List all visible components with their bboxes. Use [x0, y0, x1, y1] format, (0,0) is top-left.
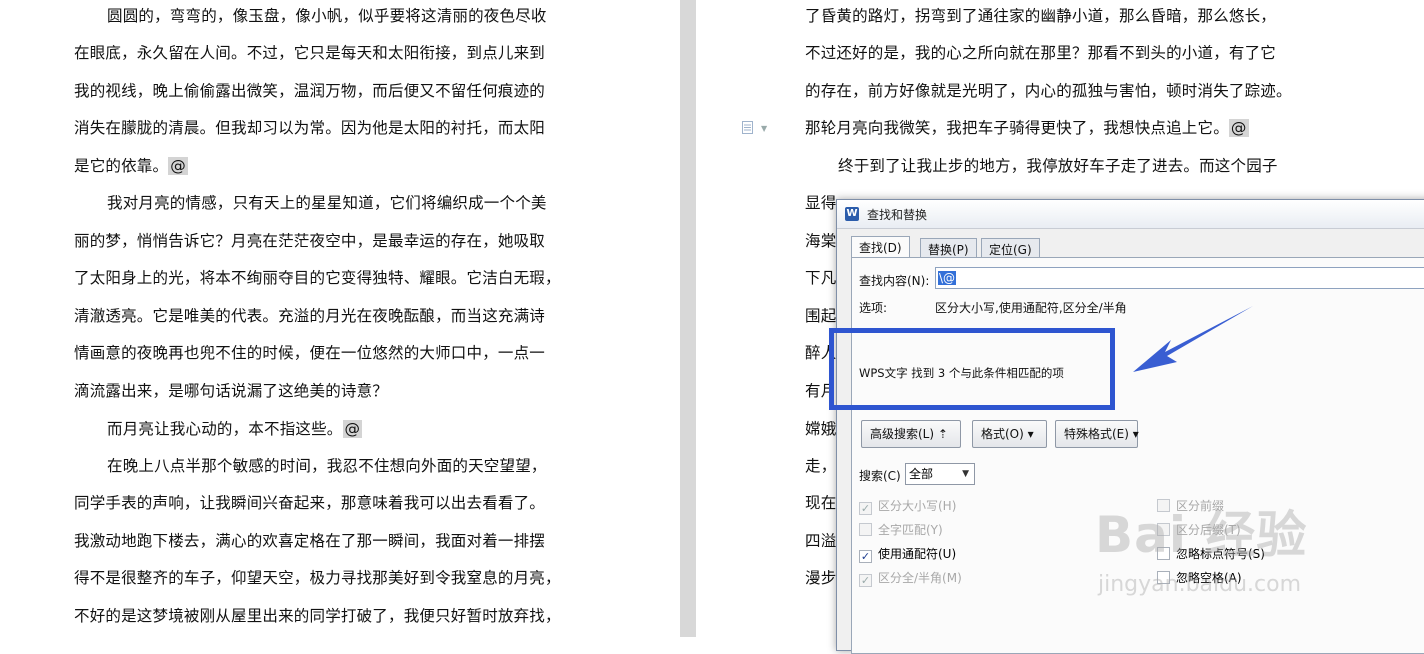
- text-line: 下凡: [805, 269, 837, 287]
- find-value: \@: [938, 271, 957, 285]
- search-result-text: WPS文字 找到 3 个与此条件相匹配的项: [859, 366, 1064, 380]
- text-line: 我的视线，晚上偷偷露出微笑，温润万物，而后便又不留任何痕迹的: [74, 82, 546, 100]
- text-line: 我激动地跑下楼去，满心的欢喜定格在了那一瞬间，我面对着一排摆: [74, 532, 546, 550]
- special-format-button[interactable]: 特殊格式(E) ▾: [1055, 420, 1139, 448]
- checkbox-label: 区分全/半角(M): [878, 571, 962, 585]
- text-line: 消失在朦胧的清晨。但我却习以为常。因为他是太阳的衬托，而太阳: [74, 119, 546, 137]
- text-line: 显得: [805, 194, 837, 212]
- chevron-down-icon: ▼: [962, 469, 969, 479]
- text-line: 终于到了让我止步的地方，我停放好车子走了进去。而这个园子: [838, 157, 1278, 175]
- text-line: 清澈透亮。它是唯美的代表。充溢的月光在夜晚酝酿，而当这充满诗: [74, 307, 546, 325]
- text-line: 了太阳身上的光，将本不绚丽夺目的它变得独特、耀眼。它洁白无瑕，: [74, 269, 561, 287]
- checkbox-label: 全字匹配(Y): [878, 523, 943, 537]
- annotation-arrow-icon: [1133, 306, 1253, 372]
- paragraph-mark: @: [168, 157, 188, 175]
- options-label: 选项:: [859, 301, 888, 315]
- checkbox-icon: [859, 523, 872, 536]
- text-segment: 那轮月亮向我微笑，我把车子骑得更快了，我想快点追上它。: [805, 119, 1229, 137]
- text-line: 在晚上八点半那个敏感的时间，我忍不住想向外面的天空望望，: [107, 457, 547, 475]
- text-line: 滴流露出来，是哪句话说漏了这绝美的诗意？: [74, 382, 389, 400]
- search-scope-select[interactable]: 全部 ▼: [905, 463, 975, 485]
- dialog-titlebar[interactable]: W 查找和替换: [837, 200, 1424, 229]
- options-value: 区分大小写,使用通配符,区分全/半角: [935, 301, 1127, 315]
- page-gutter: [680, 0, 696, 637]
- text-segment: 而月亮让我心动的，本不指这些。: [107, 420, 343, 438]
- text-line: 丽的梦，悄悄告诉它？月亮在茫茫夜空中，是最幸运的存在，她吸取: [74, 232, 546, 250]
- search-scope-label: 搜索(C): [859, 469, 901, 483]
- text-line: 不好的是这梦境被刚从屋里出来的同学打破了，我便只好暂时放弃找，: [74, 607, 561, 625]
- text-line: 情画意的夜晚再也兜不住的时候，便在一位悠然的大师口中，一点一: [74, 344, 546, 362]
- wps-app-icon: W: [845, 207, 859, 221]
- text-line: 现在: [805, 494, 837, 512]
- text-line: 是它的依靠。 @: [74, 156, 188, 176]
- paragraph-layout-icon[interactable]: [742, 121, 753, 134]
- text-line: 嫦娥: [805, 420, 837, 438]
- search-scope-value: 全部: [909, 467, 934, 481]
- text-segment: 是它的依靠。: [74, 157, 169, 175]
- text-line: 走，: [805, 457, 837, 475]
- text-line: 围起: [805, 307, 837, 325]
- advanced-search-button[interactable]: 高级搜索(L) ⇡: [861, 420, 961, 448]
- find-label: 查找内容(N):: [859, 274, 930, 288]
- text-line: 四溢: [805, 532, 837, 550]
- text-line: 那轮月亮向我微笑，我把车子骑得更快了，我想快点追上它。 @: [805, 118, 1249, 138]
- checkbox-icon: ✓: [859, 574, 872, 587]
- baidu-jingyan-watermark: Bai 经验: [1095, 506, 1308, 564]
- text-line: 了昏黄的路灯，拐弯到了通往家的幽静小道，那么昏暗，那么悠长，: [805, 7, 1277, 25]
- paragraph-mark: @: [342, 420, 363, 438]
- whole-word-checkbox[interactable]: 全字匹配(Y): [859, 521, 943, 538]
- checkbox-label: 使用通配符(U): [878, 547, 957, 561]
- text-line: 在眼底，永久留在人间。不过，它只是每天和太阳衔接，到点儿来到: [74, 44, 546, 62]
- dialog-title: 查找和替换: [867, 208, 928, 222]
- document-page-left: 圆圆的，弯弯的，像玉盘，像小帆，似乎要将这清丽的夜色尽收 在眼底，永久留在人间。…: [0, 0, 680, 637]
- text-line: 海棠: [805, 232, 837, 250]
- width-checkbox[interactable]: ✓ 区分全/半角(M): [859, 569, 962, 587]
- text-line: 的存在，前方好像就是光明了，内心的孤独与害怕，顿时消失了踪迹。: [805, 82, 1292, 100]
- text-line: 同学手表的声响，让我瞬间兴奋起来，那意味着我可以出去看看了。: [74, 494, 546, 512]
- paragraph-mark: @: [1228, 119, 1249, 137]
- text-line: 漫步: [805, 569, 837, 587]
- text-line: 而月亮让我心动的，本不指这些。 @: [107, 419, 363, 439]
- text-line: 我对月亮的情感，只有天上的星星知道，它们将编织成一个个美: [107, 194, 547, 212]
- match-case-checkbox[interactable]: ✓ 区分大小写(H): [859, 497, 956, 515]
- format-button[interactable]: 格式(O) ▾: [972, 420, 1047, 448]
- text-line: 圆圆的，弯弯的，像玉盘，像小帆，似乎要将这清丽的夜色尽收: [107, 7, 547, 25]
- watermark-url: jingyan.baidu.com: [1098, 572, 1302, 597]
- checkbox-label: 区分大小写(H): [878, 499, 957, 513]
- checkbox-icon: ✓: [859, 502, 872, 515]
- checkbox-icon: ✓: [859, 550, 872, 563]
- chevron-down-icon[interactable]: ▼: [761, 124, 767, 133]
- find-input[interactable]: \@: [935, 267, 1424, 289]
- text-line: 不过还好的是，我的心之所向就在那里？那看不到头的小道，有了它: [805, 44, 1277, 62]
- text-line: 得不是很整齐的车子，仰望天空，极力寻找那美好到令我窒息的月亮，: [74, 569, 561, 587]
- wildcards-checkbox[interactable]: ✓ 使用通配符(U): [859, 545, 956, 563]
